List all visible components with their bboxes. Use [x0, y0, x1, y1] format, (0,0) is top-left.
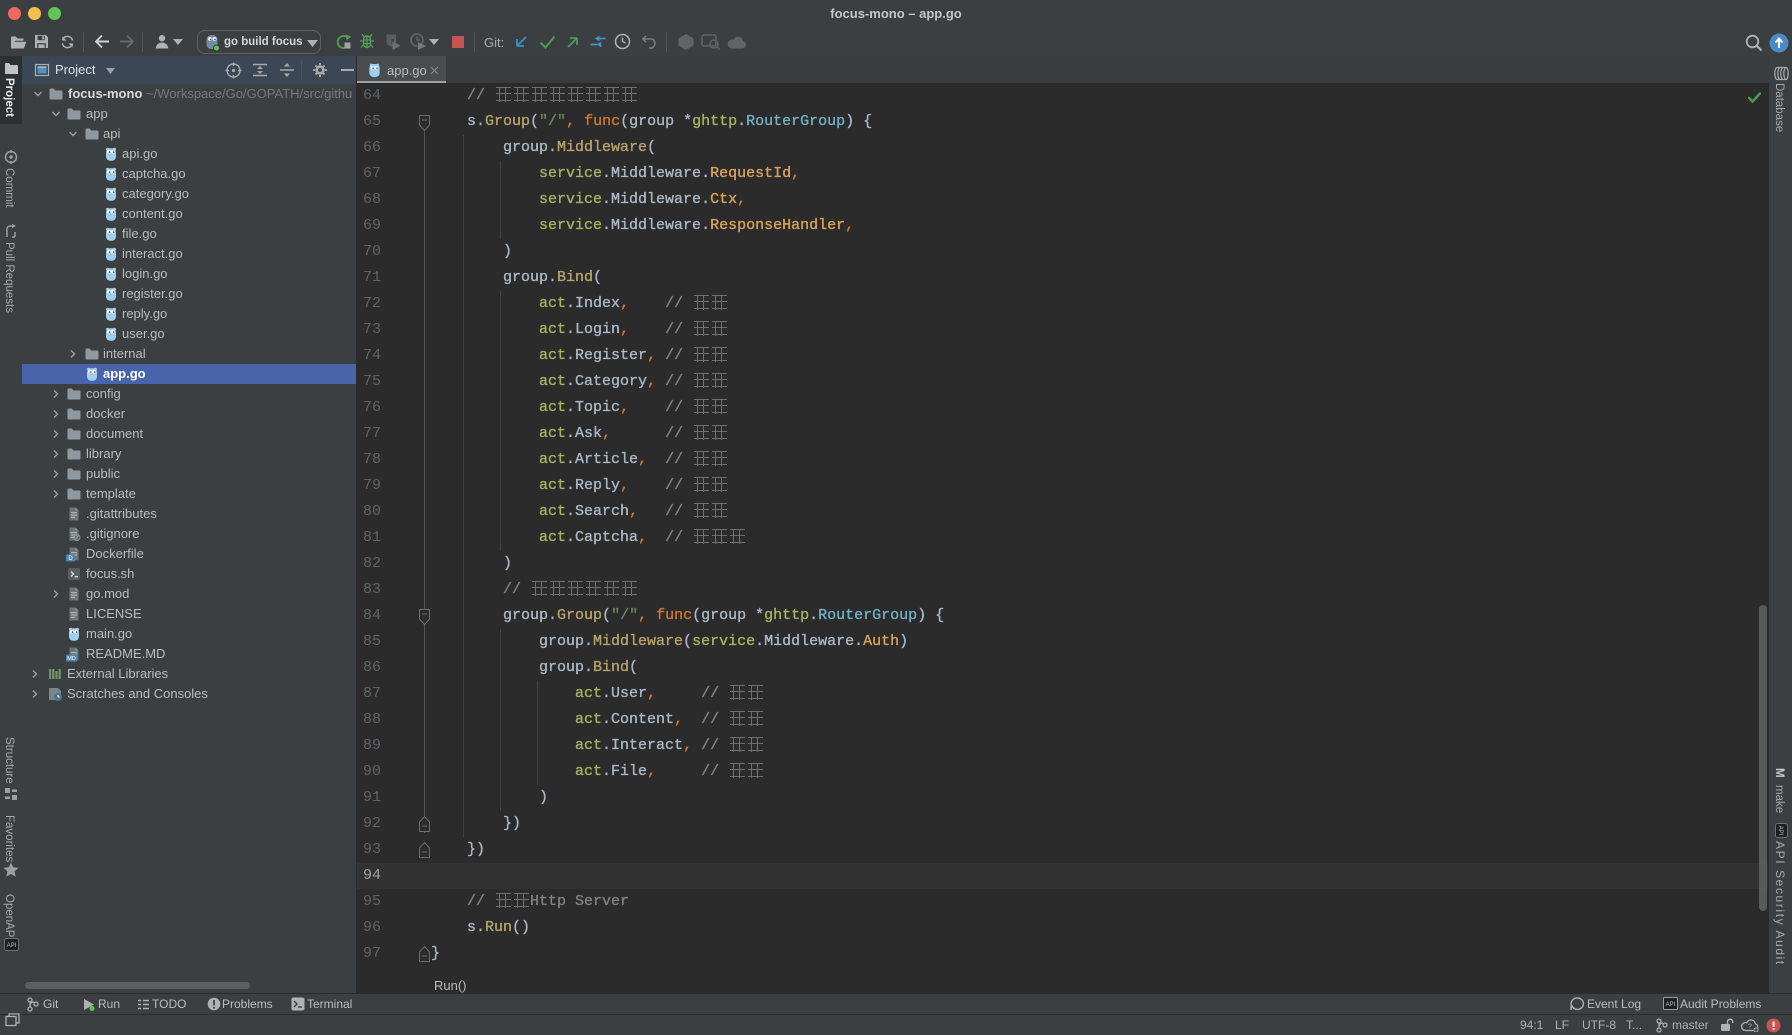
svg-text:D: D — [68, 556, 73, 562]
svg-text:?: ? — [1748, 1024, 1752, 1031]
svg-text:API: API — [1666, 1002, 1676, 1008]
svg-text:MD: MD — [67, 656, 76, 662]
svg-text:API: API — [1777, 826, 1783, 836]
svg-text:API: API — [7, 943, 17, 949]
